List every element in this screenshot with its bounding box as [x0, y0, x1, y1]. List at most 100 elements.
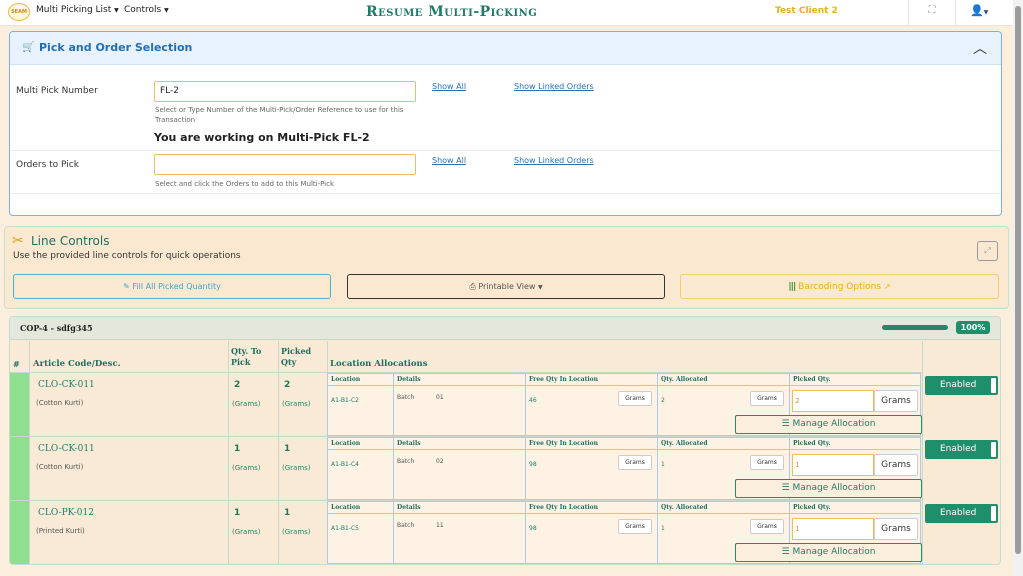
enabled-toggle[interactable]: Enabled [925, 504, 998, 523]
picked-qty-unit: (Grams) [282, 464, 311, 472]
fill-all-picked-label: Fill All Picked Quantity [132, 282, 221, 291]
manage-allocation-button[interactable]: ☰ Manage Allocation [735, 415, 922, 434]
alloc-header-free-qty: Free Qty In Location [529, 376, 599, 383]
qty-to-pick-unit: (Grams) [232, 400, 261, 408]
nav-multi-picking-list-label: Multi Picking List [36, 5, 112, 15]
col-header-picked-qty: Picked Qty [281, 346, 312, 367]
page-scrollbar[interactable] [1013, 0, 1023, 576]
allocated-unit-button[interactable]: Grams [750, 519, 784, 534]
scrollbar-thumb[interactable] [1015, 6, 1021, 554]
expand-icon[interactable]: ⤢ [977, 241, 998, 261]
alloc-header-location: Location [331, 376, 361, 383]
allocated-value: 1 [661, 461, 665, 468]
alloc-header-qty-allocated: Qty. Allocated [661, 504, 708, 511]
manage-allocation-button[interactable]: ☰ Manage Allocation [735, 543, 922, 562]
enabled-label: Enabled [940, 380, 977, 390]
line-controls-title: Line Controls [31, 234, 110, 248]
picked-qty-value: 1 [284, 444, 291, 454]
chevron-down-icon: ▼ [164, 7, 169, 14]
enabled-toggle[interactable]: Enabled [925, 376, 998, 395]
barcoding-options-button[interactable]: ||| Barcoding Options ↗ [680, 274, 999, 299]
multi-pick-input[interactable]: FL-2 [154, 81, 416, 102]
free-qty-unit-button[interactable]: Grams [618, 455, 652, 470]
order-lines-panel: COP-4 - sdfg345 100% # Article Code/Desc… [9, 316, 1001, 565]
allocated-unit-button[interactable]: Grams [750, 391, 784, 406]
qty-to-pick-value: 1 [234, 508, 241, 518]
orders-to-pick-input[interactable] [154, 154, 416, 175]
divider [908, 0, 909, 26]
show-all-link[interactable]: Show All [432, 82, 466, 91]
pick-order-selection-panel: 🛒 Pick and Order Selection ︿ Multi Pick … [9, 31, 1002, 216]
nav-multi-picking-list[interactable]: Multi Picking List ▼ [36, 5, 119, 15]
batch-value: 01 [436, 394, 444, 401]
divider [922, 341, 923, 564]
app-logo[interactable]: SEAM [8, 3, 30, 21]
picked-qty-unit: (Grams) [282, 400, 311, 408]
article-code[interactable]: CLO-PK-012 [38, 508, 94, 518]
article-code[interactable]: CLO-CK-011 [38, 380, 95, 390]
free-qty-value: 46 [529, 397, 537, 404]
toggle-knob [991, 506, 996, 521]
progress-bar [882, 325, 948, 330]
picked-qty-input[interactable]: 2 [792, 390, 874, 412]
divider [10, 150, 1001, 151]
batch-label: Batch [397, 522, 415, 529]
progress-badge: 100% [956, 321, 990, 334]
col-header-qty-to-pick: Qty. To Pick [231, 346, 262, 367]
divider [393, 438, 394, 501]
free-qty-unit-button[interactable]: Grams [618, 391, 652, 406]
printable-view-label: Printable View [478, 282, 536, 291]
printer-icon: ⎙ [469, 282, 476, 291]
manage-allocation-button[interactable]: ☰ Manage Allocation [735, 479, 922, 498]
show-all-link[interactable]: Show All [432, 156, 466, 165]
enabled-toggle[interactable]: Enabled [925, 440, 998, 459]
panel-header[interactable]: 🛒 Pick and Order Selection ︿ [10, 32, 1001, 65]
alloc-header-details: Details [397, 376, 421, 383]
col-header-location-allocations: Location Allocations [330, 359, 428, 369]
show-linked-orders-link[interactable]: Show Linked Orders [514, 156, 594, 165]
printable-view-button[interactable]: ⎙ Printable View ▼ [347, 274, 665, 299]
nav-controls[interactable]: Controls ▼ [124, 5, 169, 15]
article-desc: (Cotton Kurti) [36, 463, 84, 471]
batch-label: Batch [397, 458, 415, 465]
line-controls-panel: ✂ Line Controls Use the provided line co… [4, 226, 1009, 309]
order-title: COP-4 - sdfg345 [20, 323, 93, 333]
col-header-article: Article Code/Desc. [33, 359, 121, 369]
picked-unit-button[interactable]: Grams [874, 518, 918, 540]
picked-unit-button[interactable]: Grams [874, 390, 918, 412]
location-value: A1-B1-C4 [331, 461, 359, 468]
fullscreen-icon[interactable]: ⛶ [926, 5, 938, 17]
allocated-value: 1 [661, 525, 665, 532]
manage-allocation-label: Manage Allocation [792, 483, 876, 493]
show-linked-orders-link[interactable]: Show Linked Orders [514, 82, 594, 91]
alloc-header-details: Details [397, 504, 421, 511]
picked-unit-button[interactable]: Grams [874, 454, 918, 476]
batch-value: 11 [436, 522, 444, 529]
picked-qty-input[interactable]: 1 [792, 454, 874, 476]
list-icon: ☰ [781, 547, 790, 557]
picked-qty-input[interactable]: 1 [792, 518, 874, 540]
alloc-header-location: Location [331, 504, 361, 511]
working-on-text: You are working on Multi-Pick FL-2 [154, 131, 370, 144]
row-status-strip [10, 437, 29, 501]
divider [657, 438, 658, 501]
user-menu[interactable]: 👤▼ [970, 4, 988, 17]
free-qty-unit-button[interactable]: Grams [618, 519, 652, 534]
picked-qty-value: 1 [284, 508, 291, 518]
location-value: A1-B1-C5 [331, 525, 359, 532]
alloc-header-picked: Picked Qty. [793, 376, 831, 383]
qty-to-pick-unit: (Grams) [232, 528, 261, 536]
free-qty-value: 98 [529, 525, 537, 532]
barcoding-options-label: Barcoding Options [798, 282, 882, 292]
collapse-icon[interactable]: ︿ [973, 38, 987, 58]
client-name[interactable]: Test Client 2 [775, 6, 838, 16]
picked-qty-unit: (Grams) [282, 528, 311, 536]
fill-all-picked-button[interactable]: ✎ Fill All Picked Quantity [13, 274, 331, 299]
alloc-header-location: Location [331, 440, 361, 447]
divider [393, 502, 394, 564]
article-code[interactable]: CLO-CK-011 [38, 444, 95, 454]
tools-icon: ✂ [12, 233, 24, 249]
chevron-down-icon: ▼ [114, 7, 119, 14]
allocated-unit-button[interactable]: Grams [750, 455, 784, 470]
orders-help: Select and click the Orders to add to th… [155, 180, 335, 188]
